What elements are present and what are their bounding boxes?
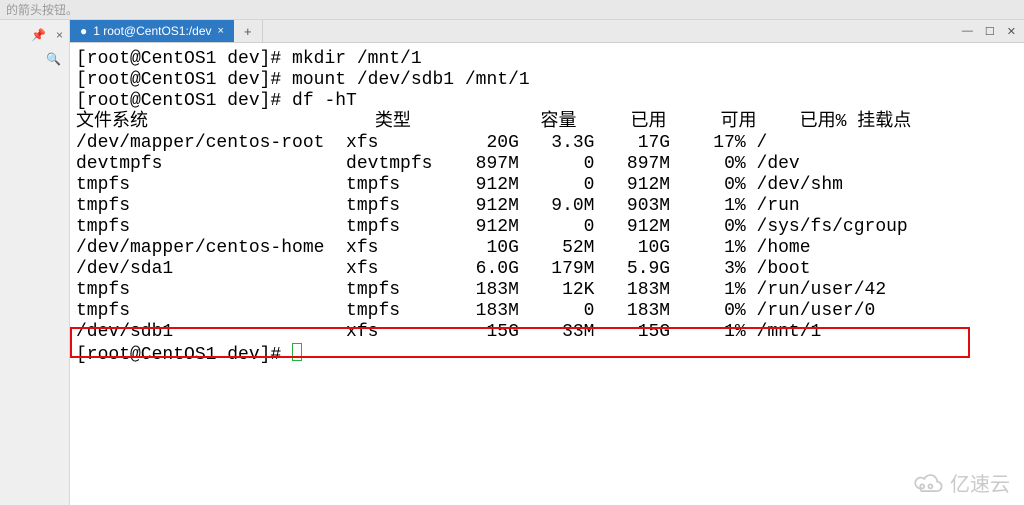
table-row: devtmpfs devtmpfs 897M 0 897M 0% /dev [76,154,1018,175]
table-row: /dev/mapper/centos-home xfs 10G 52M 10G … [76,238,1018,259]
table-row: tmpfs tmpfs 183M 0 183M 0% /run/user/0 [76,301,1018,322]
minimize-button[interactable]: — [962,25,973,37]
status-dot-icon: ● [80,24,87,38]
table-row: tmpfs tmpfs 183M 12K 183M 1% /run/user/4… [76,280,1018,301]
table-row: /dev/sdb1 xfs 15G 33M 15G 1% /mnt/1 [76,322,1018,343]
prompt-line: [root@CentOS1 dev]# mkdir /mnt/1 [76,49,1018,70]
table-row: tmpfs tmpfs 912M 0 912M 0% /dev/shm [76,175,1018,196]
tab-close-icon[interactable]: × [218,25,224,37]
window-close-button[interactable]: ✕ [1007,25,1016,38]
terminal-output[interactable]: [root@CentOS1 dev]# mkdir /mnt/1[root@Ce… [70,43,1024,505]
prompt-line: [root@CentOS1 dev]# mount /dev/sdb1 /mnt… [76,70,1018,91]
table-row: /dev/mapper/centos-root xfs 20G 3.3G 17G… [76,133,1018,154]
table-row: /dev/sda1 xfs 6.0G 179M 5.9G 3% /boot [76,259,1018,280]
watermark: 亿速云 [910,468,1010,497]
search-icon[interactable]: 🔍 [46,52,61,66]
table-header: 文件系统 类型 容量 已用 可用 已用% 挂载点 [76,112,1018,133]
window-controls: — ☐ ✕ [962,20,1024,42]
close-panel-icon[interactable]: × [56,28,63,42]
parent-frame-hint: 的箭头按钮。 [0,0,1024,20]
table-row: tmpfs tmpfs 912M 9.0M 903M 1% /run [76,196,1018,217]
cloud-icon [910,472,944,494]
table-row: tmpfs tmpfs 912M 0 912M 0% /sys/fs/cgrou… [76,217,1018,238]
prompt-line: [root@CentOS1 dev]# [76,343,1018,364]
tab-label: 1 root@CentOS1:/dev [93,24,211,38]
cursor [292,343,302,361]
side-panel: 📌 × 🔍 [0,20,70,505]
tab-bar: ● 1 root@CentOS1:/dev × + — ☐ ✕ [70,20,1024,43]
maximize-button[interactable]: ☐ [985,25,995,38]
prompt-line: [root@CentOS1 dev]# df -hT [76,91,1018,112]
tab-add-button[interactable]: + [234,20,263,42]
pin-icon[interactable]: 📌 [31,28,46,42]
tab-session-1[interactable]: ● 1 root@CentOS1:/dev × [70,20,234,42]
